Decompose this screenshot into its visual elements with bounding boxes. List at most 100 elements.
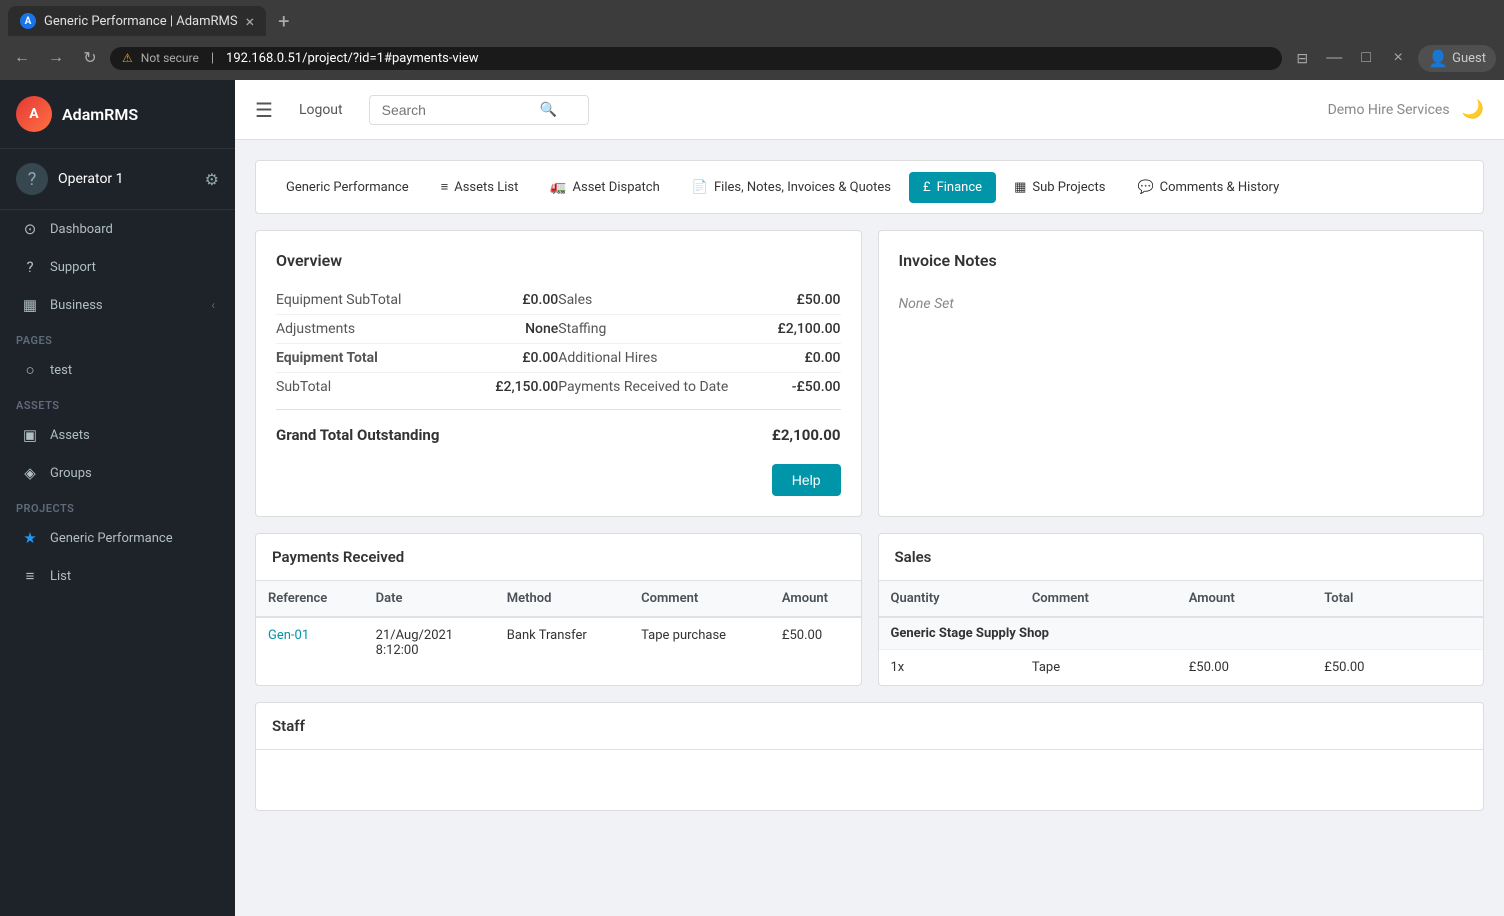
- content-wrapper: Generic Performance ≡ Assets List 🚛 Asse…: [235, 140, 1504, 847]
- overview-row-equipment-subtotal: Equipment SubTotal £0.00: [276, 286, 558, 315]
- reload-button[interactable]: ↻: [76, 44, 104, 72]
- tab-comments-history[interactable]: 💬 Comments & History: [1123, 172, 1293, 203]
- browser-chrome: A Generic Performance | AdamRMS × + ← → …: [0, 0, 1504, 80]
- dispatch-icon: 🚛: [550, 180, 566, 195]
- groups-icon: ◈: [20, 463, 40, 483]
- url-display: 192.168.0.51/project/?id=1#payments-view: [226, 51, 479, 66]
- sidebar: A AdamRMS ? Operator 1 ⚙ ⊙ Dashboard ? S…: [0, 80, 235, 916]
- browser-tab-active[interactable]: A Generic Performance | AdamRMS ×: [8, 6, 266, 36]
- sidebar-item-support[interactable]: ? Support: [4, 249, 231, 285]
- sale-actions: [1437, 650, 1483, 686]
- payment-reference: Gen-01: [256, 617, 364, 668]
- overview-card: Overview Equipment SubTotal £0.00: [255, 230, 862, 517]
- tab-files-notes[interactable]: 📄 Files, Notes, Invoices & Quotes: [678, 172, 905, 203]
- gear-icon[interactable]: ⚙: [205, 170, 219, 189]
- tab-asset-dispatch[interactable]: 🚛 Asset Dispatch: [536, 172, 673, 203]
- sidebar-item-business[interactable]: ▦ Business ‹: [4, 287, 231, 323]
- sidebar-item-list[interactable]: ≡ List: [4, 558, 231, 594]
- forward-button[interactable]: →: [42, 44, 70, 72]
- search-box[interactable]: 🔍: [369, 95, 589, 125]
- payment-date: 21/Aug/20218:12:00: [364, 617, 495, 668]
- logout-button[interactable]: Logout: [289, 96, 353, 124]
- overview-row-subtotal: SubTotal £2,150.00: [276, 373, 558, 401]
- assets-icon: ▣: [20, 425, 40, 445]
- close-window-button[interactable]: ×: [1384, 44, 1412, 72]
- tab-title: Generic Performance | AdamRMS: [44, 14, 238, 29]
- payment-method: Bank Transfer: [495, 617, 629, 668]
- col-method: Method: [495, 581, 629, 617]
- topbar-right: Demo Hire Services 🌙: [1328, 99, 1484, 120]
- sale-amount: £50.00: [1177, 650, 1313, 686]
- sales-row: 1x Tape £50.00 £50.00: [879, 650, 1484, 686]
- payments-received-header: Reference Date Method Comment Amount: [256, 581, 861, 617]
- sidebar-logo-text: AdamRMS: [62, 105, 138, 124]
- sidebar-item-dashboard[interactable]: ⊙ Dashboard: [4, 211, 231, 247]
- minimize-button[interactable]: —: [1320, 44, 1348, 72]
- sale-comment: Tape: [1020, 650, 1177, 686]
- search-input[interactable]: [382, 102, 532, 118]
- sales-table: Quantity Comment Amount Total Generic St…: [879, 581, 1484, 685]
- grand-total-row: Grand Total Outstanding £2,100.00: [276, 418, 841, 452]
- payments-received-body: Gen-01 21/Aug/20218:12:00 Bank Transfer …: [256, 617, 861, 668]
- sidebar-item-generic-performance[interactable]: ★ Generic Performance: [4, 520, 231, 556]
- payments-sales-row: Payments Received Reference Date Method …: [255, 533, 1484, 702]
- company-name: Demo Hire Services: [1328, 102, 1450, 118]
- tab-sub-projects[interactable]: ▦ Sub Projects: [1000, 172, 1119, 203]
- invoice-notes-text: None Set: [899, 286, 1464, 322]
- profile-button[interactable]: 👤 Guest: [1418, 45, 1496, 72]
- sidebar-item-label: Business: [50, 298, 103, 313]
- tab-label: Sub Projects: [1032, 180, 1105, 195]
- tab-label: Files, Notes, Invoices & Quotes: [714, 180, 891, 195]
- col-comment: Comment: [1020, 581, 1177, 617]
- sidebar-item-label: Assets: [50, 428, 90, 443]
- sales-header: Quantity Comment Amount Total: [879, 581, 1484, 617]
- dashboard-icon: ⊙: [20, 219, 40, 239]
- maximize-button[interactable]: □: [1352, 44, 1380, 72]
- overview-left-col: Equipment SubTotal £0.00 Adjustments Non…: [276, 286, 558, 401]
- sidebar-item-label: Generic Performance: [50, 531, 173, 546]
- tab-favicon: A: [20, 13, 36, 29]
- tab-close-button[interactable]: ×: [246, 12, 255, 31]
- sidebar-item-label: Support: [50, 260, 96, 275]
- app-container: A AdamRMS ? Operator 1 ⚙ ⊙ Dashboard ? S…: [0, 80, 1504, 916]
- tab-label: Assets List: [454, 180, 518, 195]
- sale-total: £50.00: [1312, 650, 1436, 686]
- comments-icon: 💬: [1137, 180, 1153, 195]
- col-comment: Comment: [629, 581, 770, 617]
- sidebar-item-assets[interactable]: ▣ Assets: [4, 417, 231, 453]
- overview-divider: [276, 409, 841, 410]
- sidebar-item-test[interactable]: ○ test: [4, 352, 231, 388]
- sales-header-row: Quantity Comment Amount Total: [879, 581, 1484, 617]
- logo-icon: A: [16, 96, 52, 132]
- help-button[interactable]: Help: [772, 464, 841, 496]
- address-separator: |: [211, 51, 214, 66]
- overview-cols: Equipment SubTotal £0.00 Adjustments Non…: [276, 286, 841, 401]
- payments-received-table: Reference Date Method Comment Amount Gen…: [256, 581, 861, 668]
- sidebar-user-name: Operator 1: [58, 171, 195, 187]
- topbar: ☰ Logout 🔍 Demo Hire Services 🌙: [235, 80, 1504, 140]
- new-tab-button[interactable]: +: [270, 9, 297, 33]
- tab-generic-performance[interactable]: Generic Performance: [272, 172, 423, 203]
- col-total: Total: [1312, 581, 1436, 617]
- not-secure-label: Not secure: [141, 51, 199, 65]
- payments-header-row: Reference Date Method Comment Amount: [256, 581, 861, 617]
- sales-card: Sales Quantity Comment Amount Total: [878, 533, 1485, 686]
- star-icon: ★: [20, 528, 40, 548]
- payment-comment: Tape purchase: [629, 617, 770, 668]
- projects-section-label: PROJECTS: [0, 492, 235, 519]
- menu-icon[interactable]: ☰: [255, 98, 273, 122]
- sales-group-header: Generic Stage Supply Shop: [879, 617, 1484, 650]
- overview-row-additional-hires: Additional Hires £0.00: [558, 344, 840, 373]
- tab-assets-list[interactable]: ≡ Assets List: [427, 171, 533, 203]
- address-bar[interactable]: ⚠ Not secure | 192.168.0.51/project/?id=…: [110, 47, 1282, 70]
- sidebar-item-groups[interactable]: ◈ Groups: [4, 455, 231, 491]
- dark-mode-toggle[interactable]: 🌙: [1462, 99, 1484, 120]
- tab-finance[interactable]: £ Finance: [909, 172, 996, 203]
- extensions-button[interactable]: ⊟: [1288, 44, 1316, 72]
- col-amount: Amount: [770, 581, 861, 617]
- avatar: ?: [16, 163, 48, 195]
- back-button[interactable]: ←: [8, 44, 36, 72]
- overview-body: Overview Equipment SubTotal £0.00: [256, 231, 861, 516]
- grand-total-label: Grand Total Outstanding: [276, 426, 439, 444]
- sale-quantity: 1x: [879, 650, 1020, 686]
